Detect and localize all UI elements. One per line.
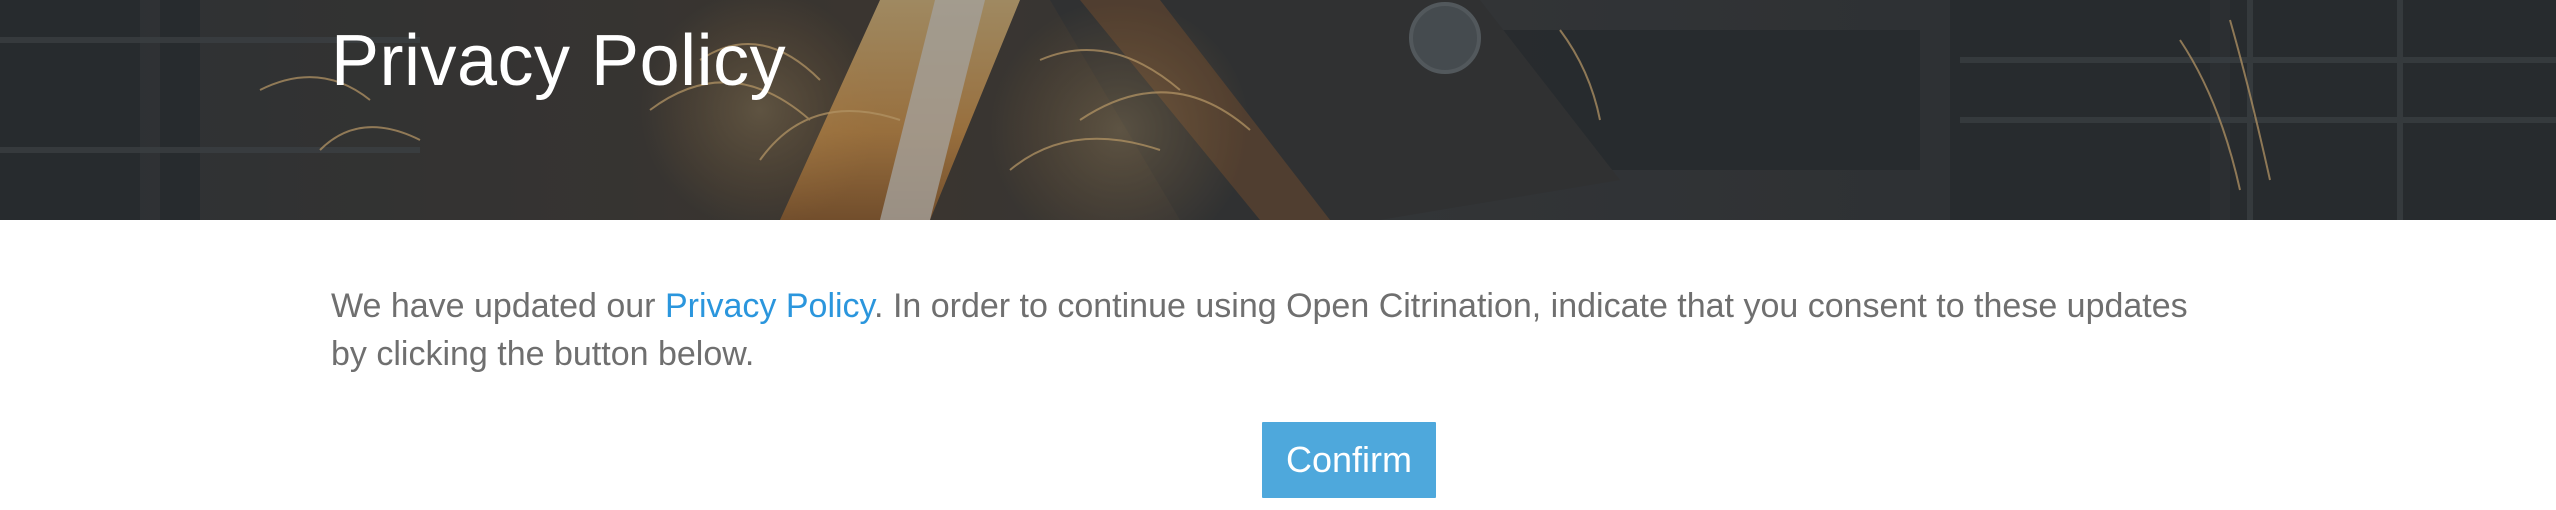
policy-update-notice: We have updated our Privacy Policy. In o… (331, 282, 2231, 378)
confirm-button[interactable]: Confirm (1262, 422, 1436, 498)
hero-banner: Privacy Policy (0, 0, 2556, 220)
privacy-policy-link[interactable]: Privacy Policy (665, 287, 874, 325)
notice-text: We have updated our Privacy Policy. In o… (331, 282, 2231, 378)
notice-text-before-link: We have updated our (331, 287, 665, 325)
page-title: Privacy Policy (331, 21, 787, 101)
